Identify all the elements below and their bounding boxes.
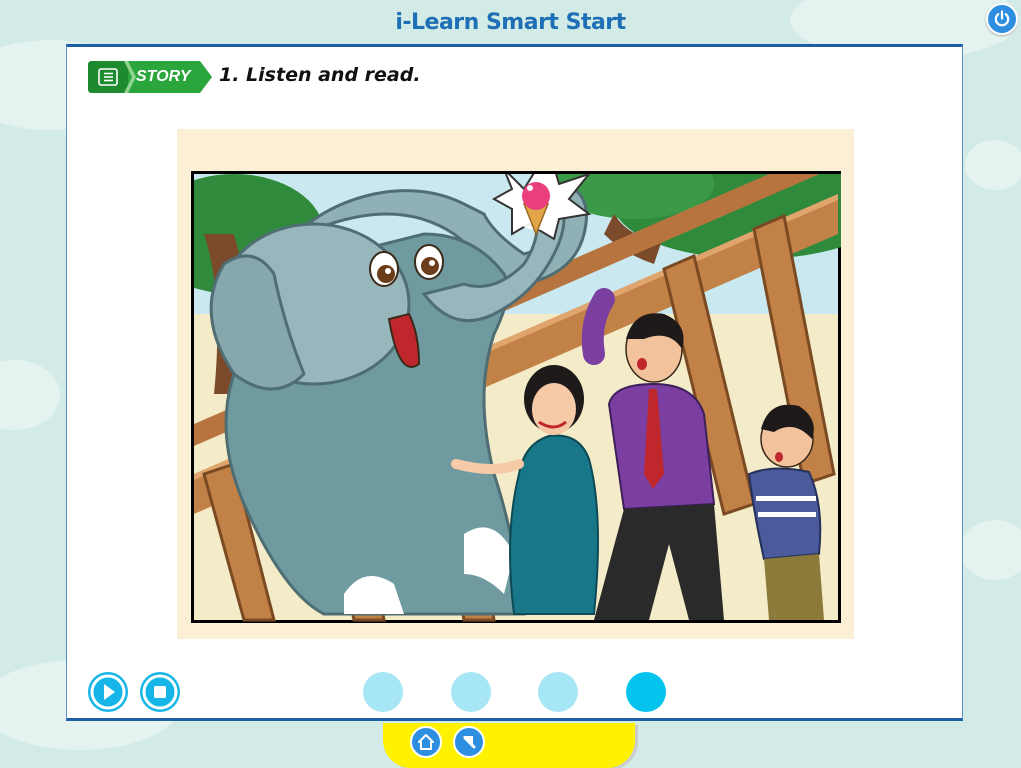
power-icon: [994, 10, 1010, 27]
app-title: i-Learn Smart Start: [395, 10, 626, 35]
page-dot-3[interactable]: [538, 672, 578, 712]
background-cloud: [965, 140, 1021, 190]
play-icon: [90, 674, 126, 710]
illustration-frame: [177, 129, 854, 639]
background-cloud: [0, 360, 60, 430]
background-cloud: [960, 520, 1021, 580]
page-dot-4-current[interactable]: [626, 672, 666, 712]
back-arrow-icon: [463, 736, 476, 749]
back-button[interactable]: [453, 726, 485, 758]
play-button[interactable]: [88, 672, 128, 712]
home-icon: [418, 734, 434, 750]
story-badge: STORY: [88, 61, 213, 93]
story-badge-label: STORY: [136, 68, 191, 85]
instruction-text: 1. Listen and read.: [219, 64, 421, 86]
main-panel: STORY 1. Listen and read.: [66, 44, 963, 721]
page-dot-1[interactable]: [363, 672, 403, 712]
stop-icon: [142, 674, 178, 710]
list-icon: [98, 68, 118, 86]
page-dot-2[interactable]: [451, 672, 491, 712]
home-button[interactable]: [410, 726, 442, 758]
story-illustration: [191, 171, 841, 623]
power-button[interactable]: [986, 3, 1018, 35]
stop-button[interactable]: [140, 672, 180, 712]
